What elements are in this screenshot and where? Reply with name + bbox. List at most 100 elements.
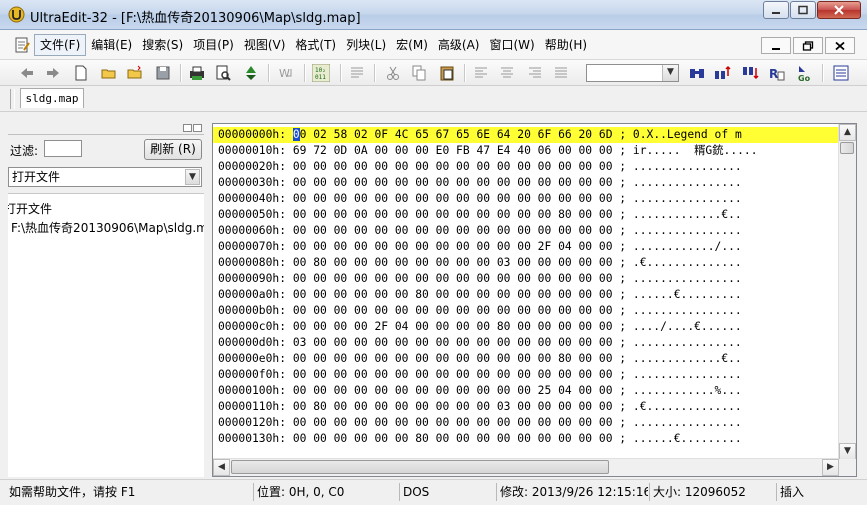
hex-row[interactable]: 000000a0h: 00 00 00 00 00 00 80 00 00 00… [213, 287, 839, 303]
align-right-icon[interactable] [526, 64, 544, 82]
hex-toggle-icon[interactable]: 10₂011 [312, 64, 330, 82]
close-button[interactable] [817, 1, 861, 19]
hex-row[interactable]: 00000110h: 00 80 00 00 00 00 00 00 00 00… [213, 399, 839, 415]
recycle-icon[interactable] [242, 64, 260, 82]
menu-bar: 文件(F) 编辑(E) 搜索(S) 项目(P) 视图(V) 格式(T) 列块(L… [0, 30, 867, 60]
menu-view[interactable]: 视图(V) [239, 34, 291, 56]
menu-help[interactable]: 帮助(H) [540, 34, 592, 56]
replace-icon[interactable]: R [768, 64, 786, 82]
menu-format[interactable]: 格式(T) [290, 34, 341, 56]
menu-window[interactable]: 窗口(W) [484, 34, 539, 56]
vertical-scrollbar[interactable]: ▲ ▼ [838, 124, 856, 460]
open-files-group[interactable]: 打开文件 [8, 200, 52, 217]
horizontal-scrollbar[interactable]: ◀ ▶ [213, 458, 839, 476]
panel-close-button[interactable] [193, 124, 202, 132]
status-insert-mode[interactable]: 插入 [776, 483, 864, 501]
menu-file[interactable]: 文件(F) [34, 34, 87, 56]
cut-icon[interactable] [384, 64, 402, 82]
hex-row[interactable]: 00000130h: 00 00 00 00 00 00 80 00 00 00… [213, 431, 839, 447]
hex-row[interactable]: 00000090h: 00 00 00 00 00 00 00 00 00 00… [213, 271, 839, 287]
hex-row[interactable]: 00000120h: 00 00 00 00 00 00 00 00 00 00… [213, 415, 839, 431]
hex-bytes: 00 00 00 00 00 00 00 00 00 00 00 00 00 0… [292, 160, 613, 173]
status-position: 位置: 0H, 0, C0 [253, 483, 398, 501]
hex-row[interactable]: 000000b0h: 00 00 00 00 00 00 00 00 00 00… [213, 303, 839, 319]
status-line-ending[interactable]: DOS [399, 483, 495, 501]
menu-column[interactable]: 列块(L) [341, 34, 391, 56]
forward-icon[interactable] [44, 64, 62, 82]
hex-offset: 00000100h: [218, 384, 287, 397]
hex-bytes: 00 00 00 00 00 00 80 00 00 00 00 00 00 0… [292, 432, 613, 445]
hex-row[interactable]: 00000030h: 00 00 00 00 00 00 00 00 00 00… [213, 175, 839, 191]
chevron-down-icon: ▼ [844, 446, 851, 456]
list-item[interactable]: F:\热血传奇20130906\Map\sldg.map [11, 219, 204, 236]
hex-row[interactable]: 000000d0h: 03 00 00 00 00 00 00 00 00 00… [213, 335, 839, 351]
copy-icon[interactable] [410, 64, 428, 82]
justify-icon[interactable] [552, 64, 570, 82]
open-icon[interactable] [100, 64, 118, 82]
hex-ascii: ir..... 糈G銃..... [632, 144, 758, 157]
restore-icon [802, 40, 814, 51]
document-icon[interactable] [14, 37, 30, 53]
hex-lines: 00000000h: 00 02 58 02 0F 4C 65 67 65 6E… [213, 127, 839, 447]
find-prev-icon[interactable] [742, 64, 760, 82]
doc-close-button[interactable] [825, 37, 855, 54]
scroll-left-button[interactable]: ◀ [213, 459, 230, 476]
menu-search[interactable]: 搜索(S) [137, 34, 188, 56]
hex-row[interactable]: 00000070h: 00 00 00 00 00 00 00 00 00 00… [213, 239, 839, 255]
hex-editor[interactable]: 00000000h: 00 02 58 02 0F 4C 65 67 65 6E… [212, 123, 857, 477]
horizontal-scroll-thumb[interactable] [231, 460, 609, 474]
align-center-icon[interactable] [498, 64, 516, 82]
back-icon[interactable] [18, 64, 36, 82]
hex-row[interactable]: 00000050h: 00 00 00 00 00 00 00 00 00 00… [213, 207, 839, 223]
hex-row[interactable]: 000000c0h: 00 00 00 00 2F 04 00 00 00 00… [213, 319, 839, 335]
hex-row[interactable]: 000000f0h: 00 00 00 00 00 00 00 00 00 00… [213, 367, 839, 383]
scroll-down-button[interactable]: ▼ [839, 443, 856, 460]
hex-offset: 00000060h: [218, 224, 287, 237]
refresh-button[interactable]: 刷新 (R) [144, 139, 202, 160]
hex-bytes: 00 00 00 00 00 00 00 00 00 00 00 00 2F 0… [292, 240, 613, 253]
hex-row[interactable]: 00000010h: 69 72 0D 0A 00 00 00 E0 FB 47… [213, 143, 839, 159]
view-select[interactable]: 打开文件 ▼ [8, 167, 202, 187]
open-folder-icon[interactable] [126, 64, 144, 82]
find-next-icon[interactable] [714, 64, 732, 82]
file-tab-sldg[interactable]: sldg.map [20, 88, 84, 108]
menu-macro[interactable]: 宏(M) [391, 34, 433, 56]
scroll-right-button[interactable]: ▶ [822, 459, 839, 476]
hex-row[interactable]: 000000e0h: 00 00 00 00 00 00 00 00 00 00… [213, 351, 839, 367]
menu-edit[interactable]: 编辑(E) [86, 34, 137, 56]
hex-row[interactable]: 00000040h: 00 00 00 00 00 00 00 00 00 00… [213, 191, 839, 207]
hex-ascii: ................ [632, 160, 742, 173]
hex-row[interactable]: 00000060h: 00 00 00 00 00 00 00 00 00 00… [213, 223, 839, 239]
align-left-icon[interactable] [472, 64, 490, 82]
print-icon[interactable] [188, 64, 206, 82]
hex-row[interactable]: 00000000h: 00 02 58 02 0F 4C 65 67 65 6E… [213, 127, 839, 143]
combo-dropdown-button[interactable]: ▼ [662, 65, 678, 81]
doc-restore-button[interactable] [793, 37, 823, 54]
panel-splitter[interactable] [204, 112, 212, 477]
panel-pin-button[interactable] [183, 124, 192, 132]
hex-row[interactable]: 00000020h: 00 00 00 00 00 00 00 00 00 00… [213, 159, 839, 175]
minimize-button[interactable] [763, 1, 789, 19]
wordwrap-icon[interactable]: W [278, 64, 296, 82]
hex-row[interactable]: 00000080h: 00 80 00 00 00 00 00 00 00 00… [213, 255, 839, 271]
list-icon[interactable] [832, 64, 850, 82]
menu-advanced[interactable]: 高级(A) [433, 34, 485, 56]
goto-icon[interactable]: Go [796, 64, 814, 82]
filter-label: 过滤: [10, 144, 39, 158]
paste-icon[interactable] [438, 64, 456, 82]
vertical-scroll-thumb[interactable] [840, 142, 854, 154]
scroll-up-button[interactable]: ▲ [839, 124, 856, 141]
align-icon[interactable] [348, 64, 366, 82]
hex-row[interactable]: 00000100h: 00 00 00 00 00 00 00 00 00 00… [213, 383, 839, 399]
menu-project[interactable]: 项目(P) [188, 34, 239, 56]
doc-minimize-button[interactable] [761, 37, 791, 54]
find-icon[interactable] [688, 64, 706, 82]
search-combo[interactable]: ▼ [586, 64, 679, 82]
filter-input[interactable] [44, 140, 82, 157]
maximize-button[interactable] [790, 1, 816, 19]
view-select-dropdown[interactable]: ▼ [185, 169, 200, 185]
ultraedit-app-icon[interactable] [8, 6, 25, 23]
save-icon[interactable] [154, 64, 172, 82]
new-file-icon[interactable] [72, 64, 90, 82]
print-preview-icon[interactable] [214, 64, 232, 82]
